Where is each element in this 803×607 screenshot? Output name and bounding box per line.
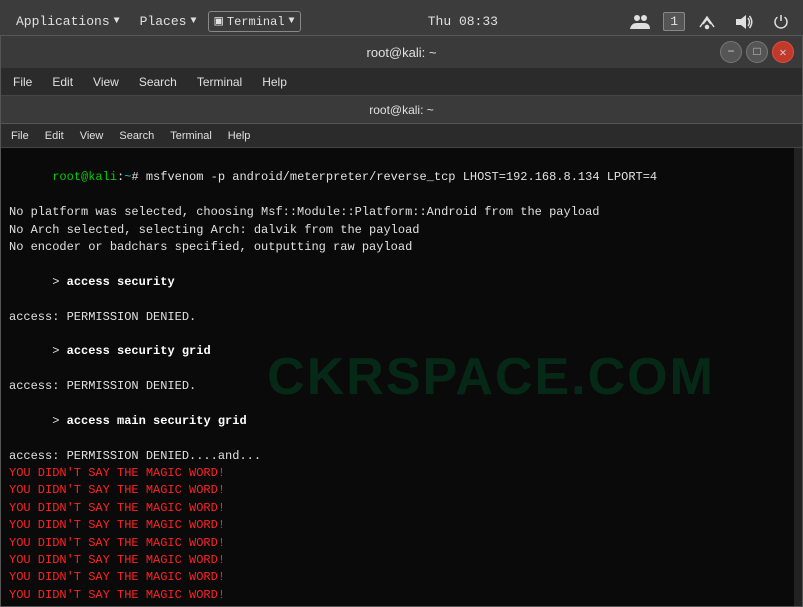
- inner-window-title: root@kali: ~: [369, 103, 434, 117]
- menu-help[interactable]: Help: [254, 73, 295, 91]
- term-line-5: > access security: [9, 256, 794, 308]
- system-time: Thu 08:33: [305, 14, 622, 29]
- menu-edit[interactable]: Edit: [44, 73, 81, 91]
- term-line-8: access: PERMISSION DENIED.: [9, 378, 794, 395]
- term-line-6: access: PERMISSION DENIED.: [9, 309, 794, 326]
- volume-icon[interactable]: [729, 11, 759, 33]
- minimize-button[interactable]: −: [720, 41, 742, 63]
- term-line-10: access: PERMISSION DENIED....and...: [9, 448, 794, 465]
- menu-terminal[interactable]: Terminal: [189, 73, 250, 91]
- inner-menu-view[interactable]: View: [74, 129, 110, 143]
- menu-bar: File Edit View Search Terminal Help: [1, 68, 802, 96]
- title-bar: root@kali: ~ − □ ✕: [1, 36, 802, 68]
- terminal-content[interactable]: CKRSPACE.COM root@kali:~# msfvenom -p an…: [1, 148, 802, 606]
- power-icon[interactable]: [767, 11, 795, 33]
- term-line-16: YOU DIDN'T SAY THE MAGIC WORD!: [9, 552, 794, 569]
- menu-view[interactable]: View: [85, 73, 127, 91]
- applications-label: Applications: [16, 14, 110, 29]
- inner-menu-search[interactable]: Search: [113, 129, 160, 143]
- inner-title-bar: root@kali: ~: [1, 96, 802, 124]
- system-icons: 1: [625, 11, 795, 33]
- terminal-arrow-icon: ▼: [289, 16, 295, 27]
- close-button[interactable]: ✕: [772, 41, 794, 63]
- scrollbar[interactable]: [794, 148, 802, 606]
- applications-menu[interactable]: Applications ▼: [8, 10, 128, 33]
- term-line-4: No encoder or badchars specified, output…: [9, 239, 794, 256]
- term-line-12: YOU DIDN'T SAY THE MAGIC WORD!: [9, 482, 794, 499]
- term-line-18: YOU DIDN'T SAY THE MAGIC WORD!: [9, 587, 794, 604]
- term-line-19: [9, 604, 794, 606]
- term-line-9: > access main security grid: [9, 395, 794, 447]
- terminal-label: Terminal: [227, 15, 285, 29]
- window-controls: − □ ✕: [720, 41, 794, 63]
- terminal-window: root@kali: ~ − □ ✕ File Edit View Search…: [0, 35, 803, 607]
- term-line-17: YOU DIDN'T SAY THE MAGIC WORD!: [9, 569, 794, 586]
- places-menu[interactable]: Places ▼: [132, 10, 205, 33]
- applications-arrow-icon: ▼: [114, 16, 120, 27]
- menu-search[interactable]: Search: [131, 73, 185, 91]
- places-label: Places: [140, 14, 187, 29]
- inner-menu-terminal[interactable]: Terminal: [164, 129, 218, 143]
- people-icon[interactable]: [625, 11, 655, 33]
- term-line-1: root@kali:~# msfvenom -p android/meterpr…: [9, 152, 794, 204]
- inner-menu-help[interactable]: Help: [222, 129, 257, 143]
- maximize-button[interactable]: □: [746, 41, 768, 63]
- term-line-2: No platform was selected, choosing Msf::…: [9, 204, 794, 221]
- inner-menu-file[interactable]: File: [5, 129, 35, 143]
- places-arrow-icon: ▼: [190, 16, 196, 27]
- network-icon[interactable]: [693, 11, 721, 33]
- window-title: root@kali: ~: [367, 45, 437, 60]
- menu-file[interactable]: File: [5, 73, 40, 91]
- inner-menu-edit[interactable]: Edit: [39, 129, 70, 143]
- term-line-11: YOU DIDN'T SAY THE MAGIC WORD!: [9, 465, 794, 482]
- terminal-menu[interactable]: ▣ Terminal ▼: [208, 11, 300, 32]
- term-line-13: YOU DIDN'T SAY THE MAGIC WORD!: [9, 500, 794, 517]
- inner-menu-bar: File Edit View Search Terminal Help: [1, 124, 802, 148]
- terminal-icon: ▣: [214, 13, 222, 30]
- workspace-badge[interactable]: 1: [663, 12, 685, 31]
- term-line-14: YOU DIDN'T SAY THE MAGIC WORD!: [9, 517, 794, 534]
- term-line-3: No Arch selected, selecting Arch: dalvik…: [9, 222, 794, 239]
- term-line-15: YOU DIDN'T SAY THE MAGIC WORD!: [9, 535, 794, 552]
- term-line-7: > access security grid: [9, 326, 794, 378]
